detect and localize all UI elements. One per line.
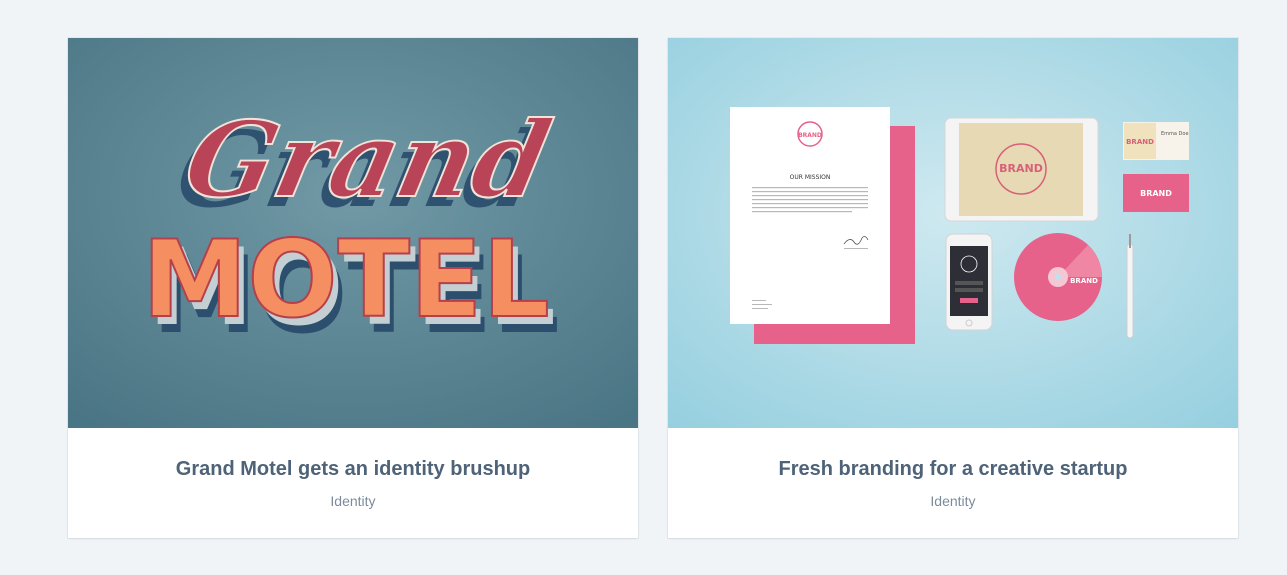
phone-field-1 bbox=[955, 281, 983, 285]
business-card-back-brand: BRAND bbox=[1140, 189, 1172, 198]
cd-hole bbox=[1055, 274, 1061, 280]
card-category[interactable]: Identity bbox=[68, 493, 638, 509]
letterhead-brand: BRAND bbox=[798, 132, 822, 139]
script-word: Grand bbox=[175, 98, 560, 221]
phone-field-2 bbox=[955, 288, 983, 292]
letterhead bbox=[730, 107, 890, 324]
phone-login-button bbox=[960, 298, 978, 303]
tablet-brand: BRAND bbox=[999, 162, 1043, 175]
block-word: MOTEL bbox=[142, 218, 550, 341]
letterhead-heading: OUR MISSION bbox=[790, 174, 831, 181]
business-card-name: Emma Doe bbox=[1161, 131, 1189, 137]
branding-mockup-image[interactable]: BRAND OUR MISSION BRAND BRAND Emma Doe B… bbox=[668, 38, 1238, 428]
grand-motel-artwork: Grand Grand MOTEL MOTEL MOTEL bbox=[68, 38, 638, 428]
card-title[interactable]: Fresh branding for a creative startup bbox=[668, 458, 1238, 481]
pen bbox=[1126, 243, 1134, 339]
grand-motel-image[interactable]: Grand Grand MOTEL MOTEL MOTEL bbox=[68, 38, 638, 428]
card-category[interactable]: Identity bbox=[668, 493, 1238, 509]
pen-clip bbox=[1129, 234, 1131, 248]
card-title[interactable]: Grand Motel gets an identity brushup bbox=[68, 458, 638, 481]
portfolio-card-grand-motel[interactable]: Grand Grand MOTEL MOTEL MOTEL Grand Mote… bbox=[68, 38, 638, 538]
cd-brand: BRAND bbox=[1070, 277, 1098, 285]
portfolio-card-fresh-branding[interactable]: BRAND OUR MISSION BRAND BRAND Emma Doe B… bbox=[668, 38, 1238, 538]
branding-artwork: BRAND OUR MISSION BRAND BRAND Emma Doe B… bbox=[668, 38, 1238, 428]
business-card-brand: BRAND bbox=[1126, 138, 1154, 146]
